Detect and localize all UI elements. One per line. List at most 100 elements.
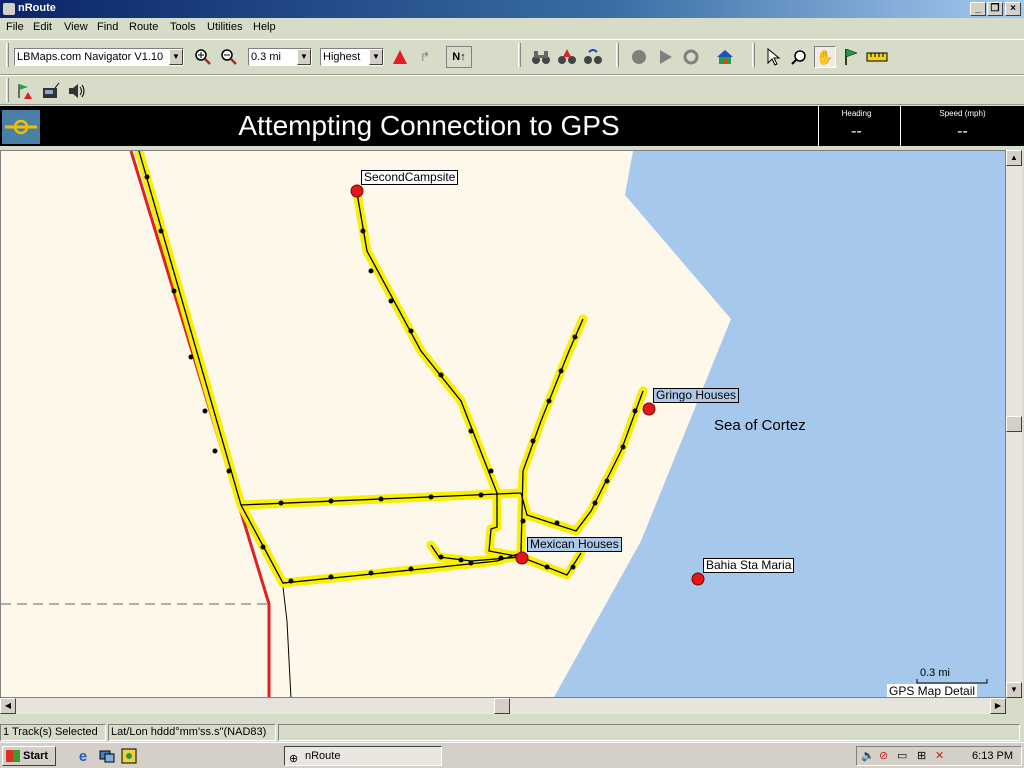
detail-level-select[interactable]: Highest ▼ (320, 48, 384, 66)
menu-find[interactable]: Find (97, 21, 118, 33)
menu-help[interactable]: Help (253, 21, 276, 33)
waypoint-label-secondcampsite[interactable]: SecondCampsite (361, 170, 459, 185)
gps-device-icon (43, 82, 60, 98)
record-icon (632, 50, 646, 64)
scroll-right-button[interactable]: ▶ (990, 698, 1006, 714)
zoom-level-select[interactable]: 0.3 mi ▼ (248, 48, 312, 66)
clock: 6:13 PM (972, 750, 1013, 762)
heading-display: Heading -- (818, 106, 894, 146)
chevron-down-icon[interactable]: ▼ (169, 49, 183, 65)
binoculars-route-icon (584, 49, 602, 64)
chevron-down-icon[interactable]: ▼ (369, 49, 383, 65)
menu-view[interactable]: View (64, 21, 88, 33)
menu-utilities[interactable]: Utilities (207, 21, 242, 33)
zoom-out-button[interactable] (218, 46, 240, 68)
speed-display: Speed (mph) -- (900, 106, 1024, 146)
track-points (144, 174, 638, 584)
refresh-button[interactable] (680, 46, 702, 68)
scroll-thumb-vertical[interactable] (1006, 416, 1022, 432)
find-button[interactable] (530, 46, 552, 68)
map-select[interactable]: LBMaps.com Navigator V1.10 ▼ (14, 48, 184, 66)
menu-route[interactable]: Route (129, 21, 158, 33)
waypoint-route-button[interactable] (14, 80, 36, 102)
selection-status: 1 Track(s) Selected (0, 724, 106, 741)
flag-icon (845, 48, 858, 65)
taskbar-item-nroute[interactable]: ⊕ nRoute (284, 746, 442, 766)
waypoint-label-gringo-houses[interactable]: Gringo Houses (653, 388, 740, 403)
main-toolbar: LBMaps.com Navigator V1.10 ▼ 0.3 mi ▼ Hi… (0, 39, 1024, 75)
play-icon (660, 50, 672, 64)
alert-tray-icon[interactable]: ✕ (935, 749, 944, 762)
windows-logo-icon (6, 750, 20, 762)
toolbar-grip[interactable] (6, 43, 9, 67)
scroll-up-button[interactable]: ▲ (1006, 150, 1022, 166)
waypoint-label-bahia-sta-maria[interactable]: Bahia Sta Maria (703, 558, 795, 573)
home-button[interactable] (714, 46, 736, 68)
play-button[interactable] (654, 46, 676, 68)
position-marker-button[interactable] (389, 46, 411, 68)
find-waypoint-button[interactable] (556, 46, 578, 68)
home-icon (717, 50, 733, 64)
turn-button[interactable]: ↱ (414, 46, 436, 68)
menu-edit[interactable]: Edit (33, 21, 52, 33)
map-detail-label: GPS Map Detail (887, 684, 978, 698)
toolbar-grip[interactable] (752, 43, 755, 67)
status-pane-empty (278, 724, 1020, 741)
secondary-toolbar (0, 75, 1024, 105)
coordinate-format: Lat/Lon hddd°mm'ss.s"(NAD83) (108, 724, 276, 741)
speaker-tray-icon[interactable]: 🔈 (861, 749, 875, 762)
vertical-scrollbar[interactable]: ▲ ▼ (1006, 150, 1022, 698)
network-icon[interactable] (96, 745, 118, 767)
scroll-thumb-horizontal[interactable] (494, 698, 510, 714)
hand-icon: ✋ (816, 48, 834, 65)
north-up-button[interactable]: N↑ (446, 46, 472, 68)
horizontal-scrollbar[interactable]: ◀ ▶ (0, 698, 1006, 714)
zoom-out-icon (221, 49, 237, 65)
scroll-down-button[interactable]: ▼ (1006, 682, 1022, 698)
menu-tools[interactable]: Tools (170, 21, 196, 33)
pan-tool-button[interactable]: ✋ (814, 46, 836, 68)
select-tool-button[interactable] (762, 46, 784, 68)
start-button[interactable]: Start (2, 746, 56, 766)
find-route-button[interactable] (582, 46, 604, 68)
toolbar-grip[interactable] (616, 43, 619, 67)
gps-connection-status: Attempting Connection to GPS (238, 110, 620, 141)
zoom-in-button[interactable] (192, 46, 214, 68)
monitor-tray-icon[interactable]: ▭ (897, 749, 907, 762)
map-canvas[interactable]: SecondCampsite Gringo Houses Mexican Hou… (0, 150, 1006, 698)
waypoint-label-mexican-houses[interactable]: Mexican Houses (527, 537, 622, 552)
minimize-button[interactable]: _ (970, 2, 986, 16)
binoculars-waypoint-icon (558, 49, 576, 64)
gps-connect-icon[interactable] (2, 110, 40, 144)
close-button[interactable]: × (1005, 2, 1021, 16)
waypoint-tool-button[interactable] (840, 46, 862, 68)
maximize-button[interactable]: ❐ (987, 2, 1003, 16)
quick-launch-icon[interactable] (118, 745, 140, 767)
record-button[interactable] (628, 46, 650, 68)
chevron-down-icon[interactable]: ▼ (297, 49, 311, 65)
network-tray-icon[interactable]: ⊞ (917, 749, 926, 762)
detail-level-value: Highest (323, 51, 361, 63)
water-label-sea-of-cortez: Sea of Cortez (714, 417, 806, 434)
taskbar-item-label: nRoute (305, 750, 341, 762)
ruler-icon (866, 52, 888, 62)
status-bar: 1 Track(s) Selected Lat/Lon hddd°mm'ss.s… (0, 722, 1024, 742)
map-scale-label: 0.3 mi (920, 667, 950, 679)
sound-button[interactable] (66, 80, 88, 102)
toolbar-grip[interactable] (518, 43, 521, 67)
speaker-icon (69, 84, 85, 98)
internet-explorer-icon[interactable]: e (72, 745, 94, 767)
binoculars-icon (532, 51, 550, 64)
gps-device-button[interactable] (40, 80, 62, 102)
measure-tool-button[interactable] (866, 46, 888, 68)
toolbar-grip[interactable] (6, 78, 9, 102)
menu-file[interactable]: File (6, 21, 24, 33)
waypoint-route-icon (18, 84, 32, 99)
zoom-tool-button[interactable] (788, 46, 810, 68)
scroll-left-button[interactable]: ◀ (0, 698, 16, 714)
start-label: Start (23, 750, 49, 762)
antivirus-tray-icon[interactable]: ⊘ (879, 749, 888, 762)
heading-value: -- (851, 123, 862, 140)
window-title: nRoute (18, 2, 56, 14)
map-select-value: LBMaps.com Navigator V1.10 (17, 51, 164, 63)
